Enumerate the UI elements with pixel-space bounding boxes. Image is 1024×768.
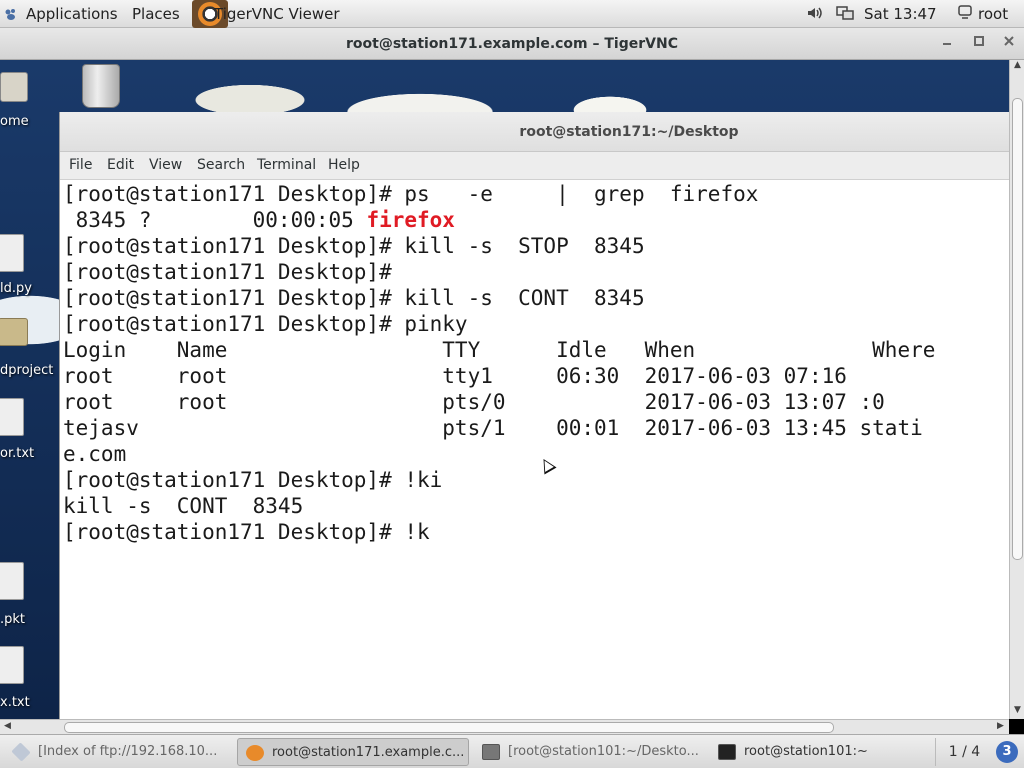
horizontal-scrollbar[interactable]: ◀ ▶ <box>0 719 1009 734</box>
scroll-right-arrow-icon[interactable]: ▶ <box>993 721 1008 731</box>
scroll-up-arrow-icon[interactable]: ▲ <box>1010 60 1024 70</box>
vnc-window-title: root@station171.example.com – TigerVNC <box>346 36 678 52</box>
file-icon[interactable] <box>0 646 24 684</box>
menu-search[interactable]: Search <box>197 157 245 173</box>
taskbar-item-label: root@station171.example.c... <box>272 745 465 760</box>
taskbar-item-label: [Index of ftp://192.168.10... <box>38 744 218 759</box>
vertical-scrollbar[interactable]: ▲ ▼ <box>1009 60 1024 719</box>
terminal-line: [root@station171 Desktop]# <box>63 260 392 284</box>
terminal-line: [root@station171 Desktop]# kill -s STOP … <box>63 234 645 258</box>
maximize-button[interactable] <box>968 34 990 54</box>
taskbar: [Index of ftp://192.168.10... root@stati… <box>0 734 1024 768</box>
trash-icon[interactable] <box>82 64 120 108</box>
vertical-scroll-thumb[interactable] <box>1012 98 1023 560</box>
gnome-foot-icon <box>4 7 17 20</box>
network-icon[interactable] <box>836 5 854 25</box>
menu-view[interactable]: View <box>149 157 182 173</box>
desktop-icon-label[interactable]: .pkt <box>0 612 25 627</box>
terminal-line: tejasv pts/1 00:01 2017-06-03 13:45 stat… <box>63 416 923 440</box>
terminal-titlebar[interactable]: root@station171:~/Desktop <box>60 112 1009 152</box>
home-folder-icon[interactable] <box>0 72 28 102</box>
terminal-line: [root@station171 Desktop]# !ki <box>63 468 443 492</box>
terminal-line: 8345 ? 00:00:05 firefox <box>63 207 455 233</box>
top-panel: Applications Places TigerVNC Viewer Sat … <box>0 0 1024 28</box>
menu-terminal[interactable]: Terminal <box>257 157 316 173</box>
terminal-title: root@station171:~/Desktop <box>519 124 739 140</box>
menu-file[interactable]: File <box>69 157 92 173</box>
terminal-icon <box>482 744 500 760</box>
terminal-line: e.com <box>63 442 127 466</box>
terminal-line: root root pts/0 2017-06-03 13:07 :0 <box>63 390 885 414</box>
taskbar-item-terminal-101-desktop[interactable]: [root@station101:~/Deskto... <box>474 738 706 766</box>
desktop-icon-label[interactable]: dproject <box>0 363 53 378</box>
desktop-icon-label[interactable]: ld.py <box>0 281 32 296</box>
horizontal-scroll-thumb[interactable] <box>64 722 834 733</box>
tigervnc-icon <box>246 745 264 761</box>
user-menu[interactable]: root <box>978 5 1008 23</box>
terminal-line: [root@station171 Desktop]# ps -e | grep … <box>63 182 759 206</box>
user-icon <box>958 5 972 23</box>
terminal-line: root root tty1 06:30 2017-06-03 07:16 <box>63 364 847 388</box>
desktop-icon-label[interactable]: x.txt <box>0 695 30 710</box>
terminal-icon <box>718 744 736 760</box>
taskbar-item-ftp-browser[interactable]: [Index of ftp://192.168.10... <box>4 738 232 766</box>
terminal-prompt-line: [root@station171 Desktop]# !k <box>63 520 430 544</box>
active-app-menu[interactable]: TigerVNC Viewer <box>214 5 340 23</box>
taskbar-item-terminal-101[interactable]: root@station101:~ <box>710 738 930 766</box>
close-button[interactable] <box>998 34 1020 54</box>
terminal-line: Login Name TTY Idle When Where <box>63 338 936 362</box>
scrollbar-corner <box>1009 719 1024 734</box>
file-icon[interactable] <box>0 398 24 436</box>
menu-help[interactable]: Help <box>328 157 360 173</box>
terminal-menubar: File Edit View Search Terminal Help <box>60 152 1009 180</box>
terminal-line: [root@station171 Desktop]# pinky <box>63 312 468 336</box>
grep-match-highlight: firefox <box>366 208 455 232</box>
terminal-line: kill -s CONT 8345 <box>63 494 304 518</box>
terminal-line: [root@station171 Desktop]# kill -s CONT … <box>63 286 645 310</box>
volume-icon[interactable] <box>806 5 822 25</box>
scroll-left-arrow-icon[interactable]: ◀ <box>0 721 15 731</box>
desktop-icon-label[interactable]: ome <box>0 114 29 129</box>
clock[interactable]: Sat 13:47 <box>864 5 937 23</box>
applications-menu[interactable]: Applications <box>26 5 118 23</box>
scroll-down-arrow-icon[interactable]: ▼ <box>1010 705 1024 715</box>
menu-edit[interactable]: Edit <box>107 157 134 173</box>
taskbar-item-label: root@station101:~ <box>744 744 868 759</box>
file-icon[interactable] <box>0 562 24 600</box>
terminal-output[interactable]: [root@station171 Desktop]# ps -e | grep … <box>60 180 1009 719</box>
taskbar-item-tigervnc[interactable]: root@station171.example.c... <box>237 738 469 766</box>
browser-icon <box>11 742 31 762</box>
notification-badge[interactable]: 3 <box>996 741 1018 763</box>
folder-icon[interactable] <box>0 318 28 346</box>
vnc-window-titlebar[interactable]: root@station171.example.com – TigerVNC <box>0 28 1024 60</box>
places-menu[interactable]: Places <box>132 5 180 23</box>
terminal-window[interactable]: root@station171:~/Desktop File Edit View… <box>59 112 1009 719</box>
taskbar-item-label: [root@station101:~/Deskto... <box>508 744 699 759</box>
mouse-pointer-icon <box>537 455 557 475</box>
workspace-switcher[interactable]: 1 / 4 <box>935 738 993 766</box>
file-icon[interactable] <box>0 234 24 272</box>
minimize-button[interactable] <box>936 34 958 54</box>
desktop-icon-label[interactable]: or.txt <box>0 446 34 461</box>
terminal-text: 8345 ? 00:00:05 <box>63 208 367 232</box>
remote-desktop[interactable]: ome ld.py dproject or.txt .pkt x.txt roo… <box>0 60 1009 719</box>
